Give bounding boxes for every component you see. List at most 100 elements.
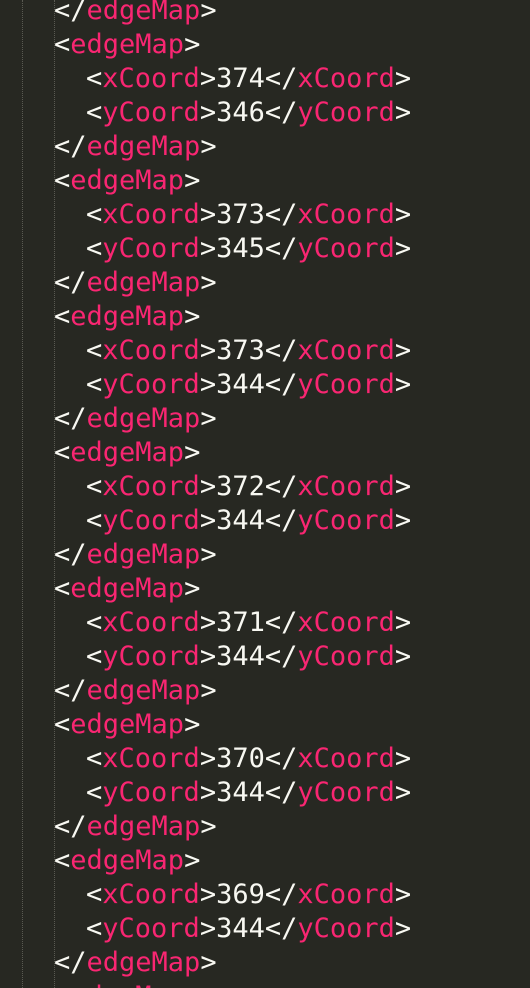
tag-bracket: > — [199, 471, 217, 502]
tag-bracket: > — [184, 573, 201, 604]
ycoord-line: <yCoord>345</yCoord> — [86, 232, 411, 266]
tag-bracket: > — [199, 641, 217, 672]
end-tag-bracket: </ — [264, 97, 298, 128]
end-tag-bracket: </ — [264, 335, 298, 366]
tag-name: edgeMap — [70, 301, 185, 332]
tag-bracket: > — [199, 879, 217, 910]
tag-bracket: < — [54, 573, 71, 604]
tag-name: edgeMap — [70, 845, 185, 876]
tag-bracket: < — [86, 777, 103, 808]
tag-bracket: > — [184, 165, 201, 196]
end-tag-bracket: </ — [264, 879, 298, 910]
end-tag-bracket: </ — [264, 607, 298, 638]
tag-name: xCoord — [297, 607, 395, 638]
edgemap-open-line: <edgeMap> — [54, 572, 200, 606]
tag-name: yCoord — [297, 97, 395, 128]
tag-name: edgeMap — [70, 709, 185, 740]
tag-name: yCoord — [102, 913, 200, 944]
tag-bracket: < — [86, 505, 103, 536]
coord-value: 344 — [216, 369, 265, 400]
ycoord-line: <yCoord>344</yCoord> — [86, 504, 411, 538]
tag-bracket: > — [199, 233, 217, 264]
tag-bracket: > — [199, 777, 217, 808]
xcoord-line: <xCoord>372</xCoord> — [86, 470, 411, 504]
tag-bracket: > — [199, 607, 217, 638]
tag-bracket: > — [394, 607, 412, 638]
edgemap-close-line: </edgeMap> — [54, 538, 217, 572]
tag-name: xCoord — [102, 199, 200, 230]
tag-bracket: > — [184, 29, 201, 60]
tag-name: xCoord — [297, 335, 395, 366]
tag-name: yCoord — [102, 97, 200, 128]
xcoord-line: <xCoord>369</xCoord> — [86, 878, 411, 912]
tag-bracket: > — [199, 505, 217, 536]
tag-name: xCoord — [102, 879, 200, 910]
tag-bracket: > — [200, 811, 217, 842]
edgemap-close-line: </edgeMap> — [54, 130, 217, 164]
tag-bracket: > — [199, 335, 217, 366]
ycoord-line: <yCoord>344</yCoord> — [86, 912, 411, 946]
tag-name: edgeMap — [86, 267, 201, 298]
tag-bracket: < — [86, 199, 103, 230]
tag-bracket: > — [394, 63, 412, 94]
tag-name: xCoord — [297, 471, 395, 502]
ycoord-line: <yCoord>344</yCoord> — [86, 368, 411, 402]
tag-bracket: > — [199, 199, 217, 230]
edgemap-close-line: </edgeMap> — [54, 810, 217, 844]
end-tag-bracket: </ — [54, 947, 87, 978]
tag-bracket: < — [54, 981, 70, 988]
tag-bracket: > — [199, 743, 217, 774]
end-tag-bracket: </ — [264, 913, 298, 944]
end-tag-bracket: </ — [264, 641, 298, 672]
tag-name: edgeMap — [86, 403, 201, 434]
tag-bracket: > — [200, 403, 217, 434]
xcoord-line: <xCoord>373</xCoord> — [86, 334, 411, 368]
xcoord-line: <xCoord>374</xCoord> — [86, 62, 411, 96]
tag-bracket: < — [54, 29, 71, 60]
code-editor[interactable]: </edgeMap> <edgeMap> <xCoord>374</xCoord> <… — [0, 0, 530, 988]
tag-bracket: > — [184, 437, 201, 468]
tag-bracket: > — [394, 743, 412, 774]
tag-bracket: < — [86, 641, 103, 672]
tag-bracket: < — [86, 607, 103, 638]
tag-bracket: > — [394, 505, 412, 536]
tag-bracket: > — [394, 199, 412, 230]
end-tag-bracket: </ — [54, 267, 87, 298]
tag-name: edgeMap — [86, 675, 201, 706]
end-tag-bracket: </ — [54, 539, 87, 570]
coord-value: 373 — [216, 199, 265, 230]
end-tag-bracket: </ — [54, 131, 87, 162]
tag-name: yCoord — [102, 233, 200, 264]
end-tag-bracket: </ — [264, 369, 298, 400]
tag-name: xCoord — [102, 471, 200, 502]
tag-name: edgeMap — [86, 811, 201, 842]
tag-bracket: > — [394, 913, 412, 944]
tag-bracket: < — [86, 913, 103, 944]
tag-bracket: > — [184, 301, 201, 332]
tag-bracket: < — [86, 369, 103, 400]
tag-name: edgeMap — [70, 573, 185, 604]
edgemap-close-line: </edgeMap> — [54, 402, 217, 436]
coord-value: 369 — [216, 879, 265, 910]
end-tag-bracket: </ — [54, 0, 87, 26]
tag-bracket: > — [394, 97, 412, 128]
tag-name: xCoord — [102, 335, 200, 366]
tag-bracket: > — [394, 641, 412, 672]
edgemap-close-line: </edgeMap> — [54, 266, 217, 300]
tag-name: xCoord — [102, 743, 200, 774]
coord-value: 344 — [216, 505, 265, 536]
tag-name: yCoord — [102, 641, 200, 672]
edgemap-open-line: <edgeMap> — [54, 28, 200, 62]
edgemap-open-line: <edgeMap> — [54, 436, 200, 470]
tag-name: yCoord — [102, 369, 200, 400]
coord-value: 370 — [216, 743, 265, 774]
tag-name: yCoord — [297, 505, 395, 536]
xcoord-line: <xCoord>370</xCoord> — [86, 742, 411, 776]
tag-bracket: < — [54, 165, 71, 196]
tag-name: edgeMap — [86, 131, 201, 162]
tag-bracket: > — [199, 63, 217, 94]
edgemap-open-line: <edgeMap> — [54, 708, 200, 742]
tag-bracket: < — [54, 709, 71, 740]
tag-bracket: < — [86, 879, 103, 910]
edgemap-close-line: </edgeMap> — [54, 946, 217, 980]
